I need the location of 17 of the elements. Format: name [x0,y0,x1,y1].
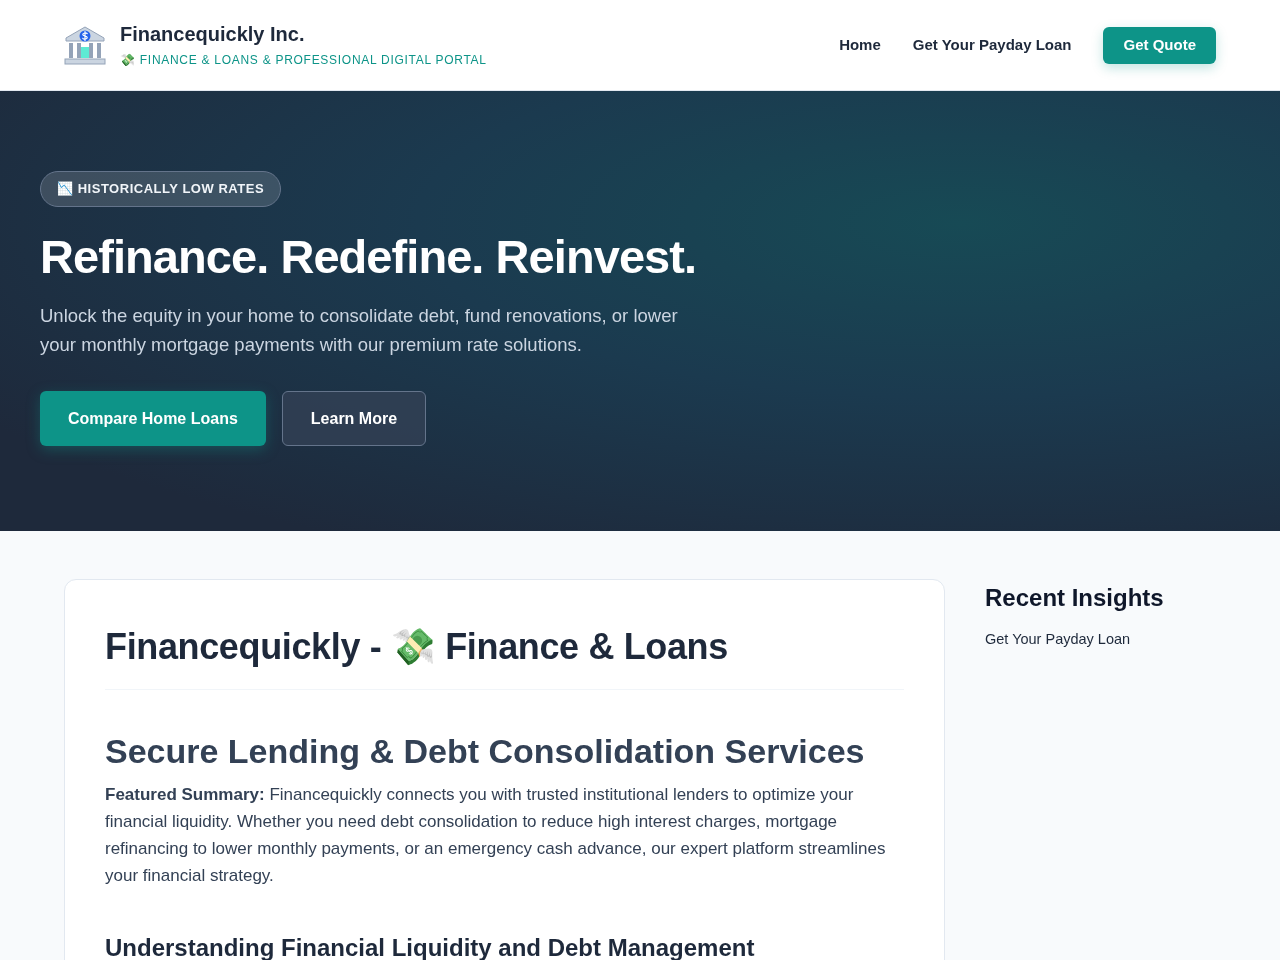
bank-icon [64,25,106,65]
hero-title: Refinance. Redefine. Reinvest. [40,230,697,283]
nav-link[interactable]: Get Your Payday Loan [912,33,1072,57]
compare-loans-button[interactable]: Compare Home Loans [40,391,266,447]
section-heading: Secure Lending & Debt Consolidation Services [105,731,865,772]
article-title: Financequickly - 💸 Finance & Loans [105,625,728,669]
subsection-heading: Understanding Financial Liquidity and Debt Management [105,932,755,960]
site-title: Financequickly Inc. [120,21,305,47]
nav-link[interactable]: Home [839,33,881,57]
get-quote-button[interactable]: Get Quote [1103,26,1216,64]
site-tagline: 💸 FINANCE & LOANS & PROFESSIONAL DIGITAL PORTAL [120,51,487,69]
sidebar-title: Recent Insights [985,583,1164,613]
featured-summary: Featured Summary: Financequickly connects you with trusted institutional lenders to optimize your financial liquidity. Whether you need debt consolidation to reduce high interest charges, mortgage refinancing to lower monthly payments, or an emergency cash advance, our expert platform streamlines your financial strategy. [105,783,887,887]
rates-badge: 📉 HISTORICALLY LOW RATES [40,171,282,207]
hero-description: Unlock the equity in your home to consolidate debt, fund renovations, or lower your monthly mortgage payments with our premium rate solutions. [40,304,679,358]
learn-more-button[interactable]: Learn More [281,391,427,447]
sidebar-link[interactable]: Get Your Payday Loan [985,631,1131,647]
